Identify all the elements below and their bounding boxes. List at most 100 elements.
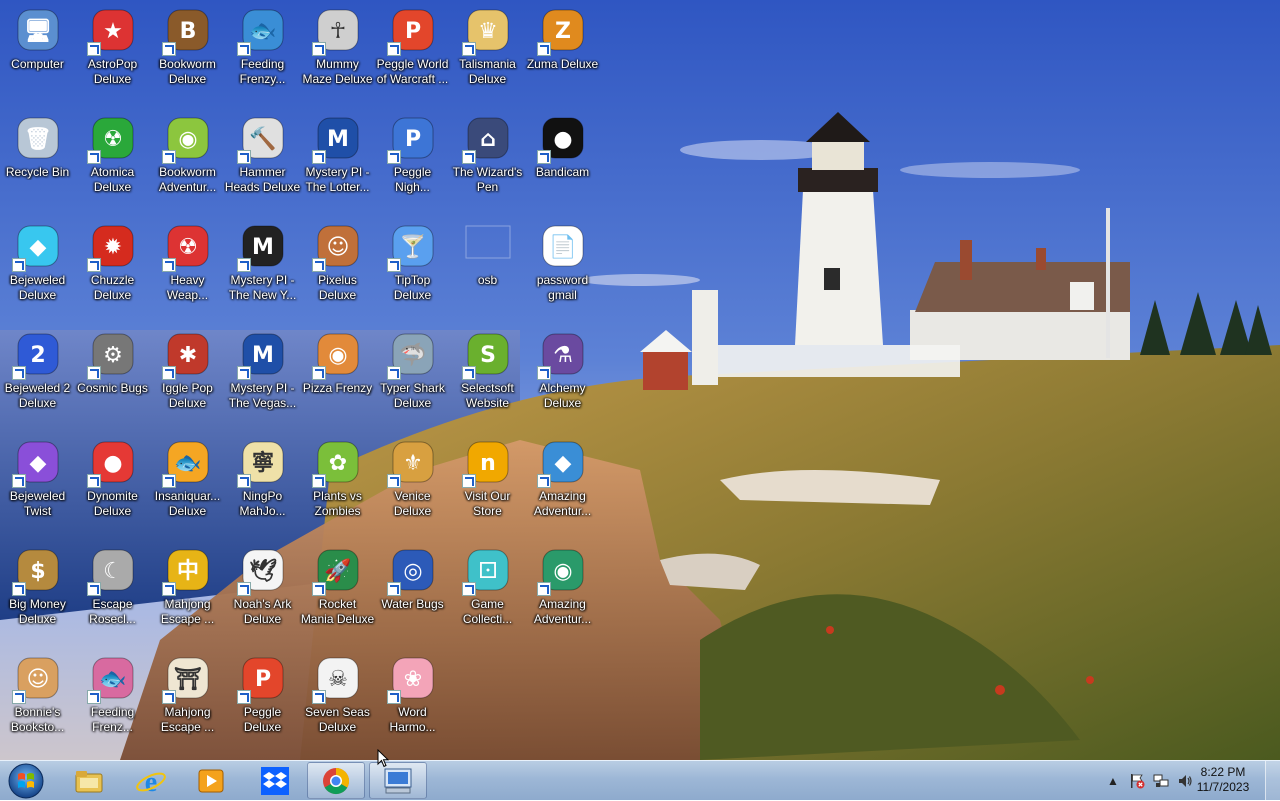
desktop-shortcut-water-bugs[interactable]: ◎ Water Bugs	[375, 540, 450, 642]
desktop-shortcut-ningpo-mahjong[interactable]: 寧 NingPo MahJo...	[225, 432, 300, 534]
taskbar-dropbox[interactable]	[246, 762, 304, 799]
svg-text:🚀: 🚀	[324, 558, 351, 584]
taskbar-file-explorer[interactable]	[60, 762, 118, 799]
desktop-shortcut-label: Bejeweled Twist	[9, 489, 66, 518]
ningpo-mahjong-icon: 寧	[236, 438, 287, 488]
desktop-shortcut-noahs-ark[interactable]: 🕊 Noah's Ark Deluxe	[225, 540, 300, 642]
shortcut-arrow-icon	[386, 582, 401, 596]
desktop-shortcut-seven-seas[interactable]: ☠ Seven Seas Deluxe	[300, 648, 375, 750]
shortcut-arrow-icon	[236, 582, 251, 596]
svg-text:♛: ♛	[478, 19, 498, 44]
desktop-shortcut-iggle-pop[interactable]: ✱ Iggle Pop Deluxe	[150, 324, 225, 426]
desktop-shortcut-mystery-pi-new-york[interactable]: M Mystery PI - The New Y...	[225, 216, 300, 318]
svg-text:中: 中	[176, 559, 198, 584]
mystery-pi-lottery-icon: M	[311, 114, 362, 164]
taskbar-internet-explorer[interactable]: e	[122, 762, 180, 799]
desktop-shortcut-amazing-adventures-2[interactable]: ◉ Amazing Adventur...	[525, 540, 600, 642]
desktop-shortcut-osb[interactable]: osb	[450, 216, 525, 318]
taskbar-clock[interactable]: 8:22 PM 11/7/2023	[1188, 765, 1258, 795]
mahjong-escape-2-icon: ⛩	[161, 654, 212, 704]
desktop-shortcut-label: Dynomite Deluxe	[87, 489, 138, 518]
desktop-shortcut-bejeweled-twist[interactable]: ◆ Bejeweled Twist	[0, 432, 75, 534]
desktop-shortcut-atomica[interactable]: ☢ Atomica Deluxe	[75, 108, 150, 210]
shortcut-arrow-icon	[161, 582, 176, 596]
desktop-shortcut-bandicam[interactable]: ● Bandicam	[525, 108, 600, 210]
show-hidden-icons-button[interactable]: ▲	[1105, 773, 1121, 789]
desktop-shortcut-big-money[interactable]: $ Big Money Deluxe	[0, 540, 75, 642]
desktop-shortcut-heavy-weapon[interactable]: ☢ Heavy Weap...	[150, 216, 225, 318]
desktop-shortcut-pixelus[interactable]: ☺ Pixelus Deluxe	[300, 216, 375, 318]
desktop-shortcut-escape-rosecliff[interactable]: ☾ Escape Rosecl...	[75, 540, 150, 642]
desktop-shortcut-bejeweled[interactable]: ◆ Bejeweled Deluxe	[0, 216, 75, 318]
desktop-shortcut-peggle-nights[interactable]: P Peggle Nigh...	[375, 108, 450, 210]
shortcut-arrow-icon	[236, 150, 251, 164]
desktop-shortcut-peggle-deluxe[interactable]: P Peggle Deluxe	[225, 648, 300, 750]
pizza-frenzy-icon: ◉	[311, 330, 362, 380]
action-center-button[interactable]	[1129, 773, 1145, 789]
bandicam-icon: ●	[536, 114, 587, 164]
desktop-shortcut-bonnies-bookstore[interactable]: ☺ Bonnie's Booksto...	[0, 648, 75, 750]
desktop-shortcut-zuma[interactable]: Z Zuma Deluxe	[525, 0, 600, 102]
desktop-shortcut-selectsoft[interactable]: S Selectsoft Website	[450, 324, 525, 426]
desktop-shortcut-computer[interactable]: 🖥 Computer	[0, 0, 75, 102]
svg-text:☾: ☾	[103, 559, 123, 584]
desktop-shortcut-text-document[interactable]: 📄 password gmail	[525, 216, 600, 318]
shortcut-arrow-icon	[86, 690, 101, 704]
desktop-shortcut-plants-vs-zombies[interactable]: ✿ Plants vs Zombies	[300, 432, 375, 534]
desktop-shortcut-label: Mahjong Escape ...	[160, 705, 215, 734]
desktop-shortcut-word-harmony[interactable]: ❀ Word Harmo...	[375, 648, 450, 750]
desktop-shortcut-amazing-adventures[interactable]: ◆ Amazing Adventur...	[525, 432, 600, 534]
desktop-shortcut-cosmic-bugs[interactable]: ⚙ Cosmic Bugs	[75, 324, 150, 426]
show-desktop-button[interactable]	[1265, 761, 1280, 800]
desktop-shortcut-mystery-pi-lottery[interactable]: M Mystery PI - The Lotter...	[300, 108, 375, 210]
desktop-shortcut-astropop[interactable]: ★ AstroPop Deluxe	[75, 0, 150, 102]
svg-text:⛩: ⛩	[174, 667, 202, 692]
desktop-shortcut-label: password gmail	[536, 273, 589, 302]
mouse-cursor-icon	[377, 749, 389, 768]
shortcut-arrow-icon	[311, 582, 326, 596]
desktop-shortcut-mummy-maze[interactable]: ☥ Mummy Maze Deluxe	[300, 0, 375, 102]
start-button[interactable]	[3, 762, 49, 800]
peggle-nights-icon: P	[386, 114, 437, 164]
desktop-shortcut-mahjong-escape-2[interactable]: ⛩ Mahjong Escape ...	[150, 648, 225, 750]
desktop-shortcut-recycle-bin[interactable]: 🗑 Recycle Bin	[0, 108, 75, 210]
desktop-shortcut-mystery-pi-vegas[interactable]: M Mystery PI - The Vegas...	[225, 324, 300, 426]
desktop-shortcut-label: Iggle Pop Deluxe	[162, 381, 213, 410]
desktop-shortcut-pizza-frenzy[interactable]: ◉ Pizza Frenzy	[300, 324, 375, 426]
desktop-shortcut-store[interactable]: n Visit Our Store	[450, 432, 525, 534]
desktop-shortcut-venice[interactable]: ⚜ Venice Deluxe	[375, 432, 450, 534]
desktop-shortcut-label: Peggle Deluxe	[243, 705, 282, 734]
desktop-shortcut-typer-shark[interactable]: 🦈 Typer Shark Deluxe	[375, 324, 450, 426]
desktop-shortcut-rocket-mania[interactable]: 🚀 Rocket Mania Deluxe	[300, 540, 375, 642]
desktop-shortcut-dynomite[interactable]: ● Dynomite Deluxe	[75, 432, 150, 534]
shortcut-arrow-icon	[11, 474, 26, 488]
desktop-shortcut-tiptop[interactable]: 🍸 TipTop Deluxe	[375, 216, 450, 318]
shortcut-arrow-icon	[236, 690, 251, 704]
desktop-shortcut-label: Recycle Bin	[5, 165, 70, 179]
desktop-shortcut-hammer-heads[interactable]: 🔨 Hammer Heads Deluxe	[225, 108, 300, 210]
svg-text:✱: ✱	[178, 343, 196, 368]
desktop-shortcut-bookworm-adventures[interactable]: ◉ Bookworm Adventur...	[150, 108, 225, 210]
desktop-shortcut-peggle-wow[interactable]: P Peggle World of Warcraft ...	[375, 0, 450, 102]
desktop-shortcut-feeding-frenzy-2[interactable]: 🐟 Feeding Frenz...	[75, 648, 150, 750]
svg-text:☺: ☺	[26, 667, 49, 692]
network-button[interactable]	[1153, 773, 1169, 789]
taskbar-media-player[interactable]	[182, 762, 240, 799]
desktop-shortcut-bejeweled-2[interactable]: 2 Bejeweled 2 Deluxe	[0, 324, 75, 426]
desktop-shortcut-wizards-pen[interactable]: ⌂ The Wizard's Pen	[450, 108, 525, 210]
desktop-shortcut-chuzzle[interactable]: ✹ Chuzzle Deluxe	[75, 216, 150, 318]
taskbar-chrome[interactable]	[307, 762, 365, 799]
desktop-shortcut-feeding-frenzy[interactable]: 🐟 Feeding Frenzy...	[225, 0, 300, 102]
desktop-shortcut-bookworm[interactable]: B Bookworm Deluxe	[150, 0, 225, 102]
desktop-shortcut-insaniquarium[interactable]: 🐟 Insaniquar... Deluxe	[150, 432, 225, 534]
svg-text:S: S	[480, 343, 496, 368]
desktop-shortcut-mahjong-escape[interactable]: 中 Mahjong Escape ...	[150, 540, 225, 642]
svg-text:2: 2	[30, 343, 45, 368]
desktop-shortcut-alchemy[interactable]: ⚗ Alchemy Deluxe	[525, 324, 600, 426]
shortcut-arrow-icon	[461, 582, 476, 596]
desktop-shortcut-game-collection[interactable]: ⚀ Game Collecti...	[450, 540, 525, 642]
desktop-shortcut-talismania[interactable]: ♛ Talismania Deluxe	[450, 0, 525, 102]
desktop-shortcut-label: Typer Shark Deluxe	[380, 381, 445, 410]
svg-text:●: ●	[553, 127, 572, 152]
shortcut-arrow-icon	[161, 366, 176, 380]
